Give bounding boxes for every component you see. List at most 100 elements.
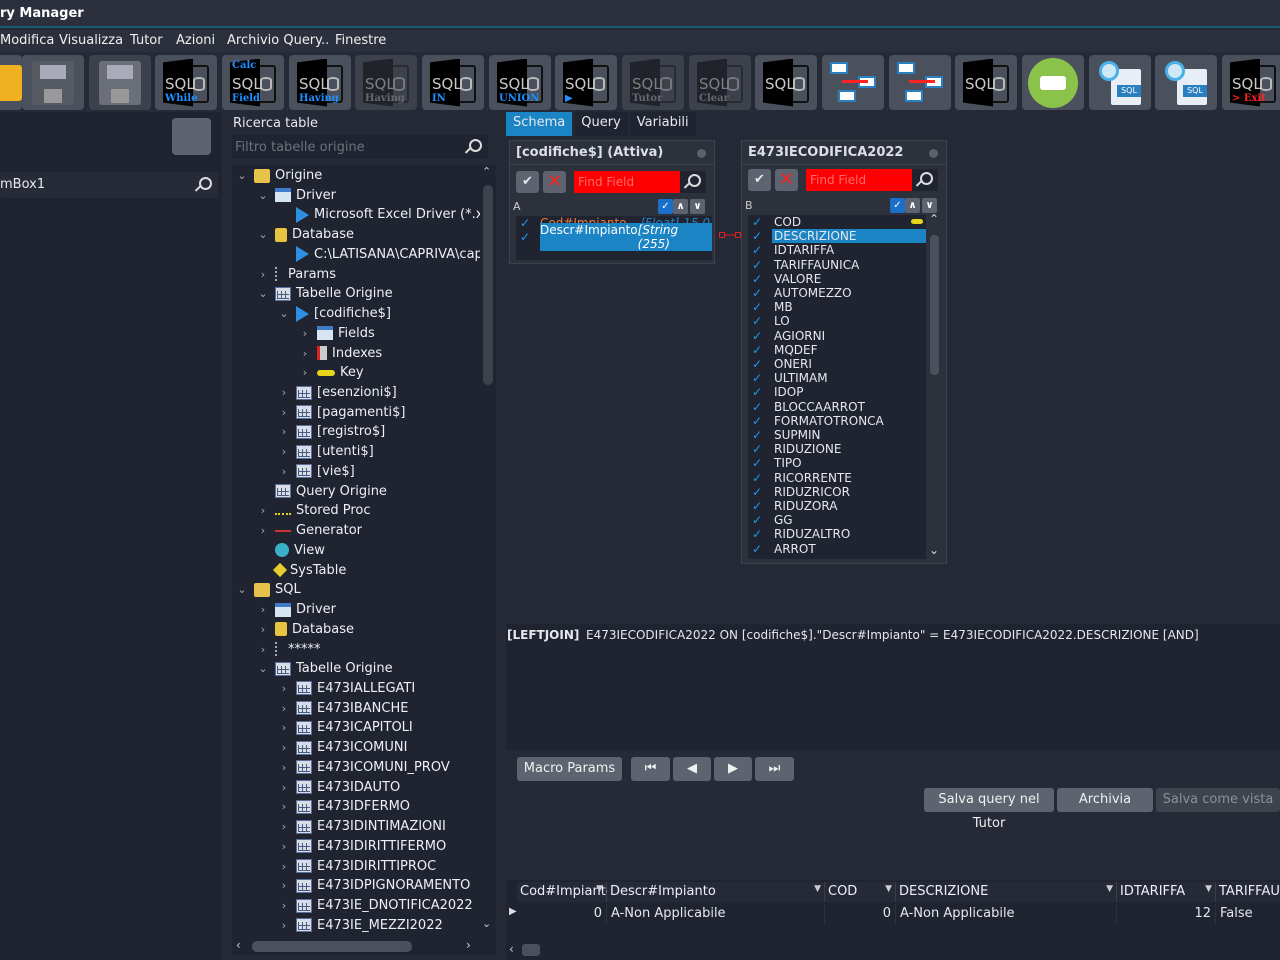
column-header[interactable]: Descr#Impianto ▼ (607, 882, 825, 902)
dropdown-icon[interactable]: ▼ (814, 884, 821, 894)
last-record-button[interactable]: ⏭ (755, 757, 794, 781)
tree-node[interactable]: View (257, 541, 325, 560)
find-field-input-b[interactable] (806, 169, 912, 191)
field-row[interactable]: ✓ RIDUZIONE (748, 442, 926, 456)
search-icon[interactable] (196, 177, 212, 193)
field-row[interactable]: ✓ Descr#Impianto [String (255) (516, 223, 712, 251)
tree-node[interactable]: Query Origine (257, 482, 387, 501)
prev-record-button[interactable]: ◀ (673, 757, 711, 781)
tree-node[interactable]: › E473IBANCHE (278, 699, 409, 718)
macro-params-button[interactable]: Macro Params (517, 757, 622, 781)
hscroll-thumb[interactable] (252, 941, 412, 952)
open-folder-button[interactable] (0, 55, 22, 110)
add-join-button[interactable] (822, 55, 884, 110)
left-panel-button[interactable] (172, 118, 211, 155)
move-up-button[interactable]: ∧ (673, 199, 688, 214)
sql-having-disabled-button[interactable]: SQL Having (355, 55, 417, 110)
tree-node[interactable]: ⌄ [codifiche$] (278, 304, 391, 323)
chevron-right-icon[interactable]: › (278, 465, 290, 478)
scroll-thumb[interactable] (483, 185, 493, 385)
chevron-right-icon[interactable]: › (278, 741, 290, 754)
checkbox-checked-icon[interactable]: ✓ (752, 357, 766, 371)
sql-resize-button[interactable]: SQL (955, 55, 1017, 110)
field-row[interactable]: ✓ RICORRENTE (748, 471, 926, 485)
chevron-right-icon[interactable]: › (278, 781, 290, 794)
field-row[interactable]: ✓ COD (748, 215, 926, 229)
table-box-b[interactable]: E473IECODIFICA2022 ✔ ✕ B ✓ ∧ ∨ ✓ COD ✓ DESC… (741, 140, 947, 564)
field-row[interactable]: ✓ DESCRIZIONE (748, 229, 926, 244)
chevron-right-icon[interactable]: › (257, 643, 269, 656)
chevron-down-icon[interactable]: ⌄ (257, 189, 269, 202)
tree-node[interactable]: ⌄ Database (257, 225, 354, 244)
move-down-button[interactable]: ∨ (922, 198, 937, 213)
sql-script-button[interactable]: SQL (755, 55, 817, 110)
sql-in-button[interactable]: SQL IN (422, 55, 484, 110)
chevron-right-icon[interactable]: › (278, 860, 290, 873)
menu-finestre[interactable]: Finestre (335, 33, 386, 48)
checkbox-checked-icon[interactable]: ✓ (752, 442, 766, 456)
menu-tutor[interactable]: Tutor (130, 33, 163, 48)
find-field-input-a[interactable] (574, 171, 680, 193)
field-row[interactable]: ✓ TIPO (748, 456, 926, 470)
checkbox-checked-icon[interactable]: ✓ (752, 400, 766, 414)
column-header[interactable]: COD ▼ (825, 882, 896, 902)
check-all-button[interactable]: ✔ (516, 171, 539, 193)
chevron-right-icon[interactable]: › (257, 268, 269, 281)
sql-exit-button[interactable]: SQL > Exit (1222, 55, 1280, 110)
archivia-button[interactable]: Archivia (1057, 788, 1153, 812)
menu-archivio-query[interactable]: Archivio Query.. (227, 33, 329, 48)
checkbox-checked-icon[interactable]: ✓ (752, 414, 766, 428)
toggle-check-icon[interactable]: ✓ (890, 198, 905, 213)
chevron-right-icon[interactable]: › (278, 702, 290, 715)
tab-schema[interactable]: Schema (506, 112, 573, 136)
tree-node[interactable]: › E473ICOMUNI_PROV (278, 758, 450, 777)
tree-node[interactable]: ⌄ Tabelle Origine (257, 659, 392, 678)
sql-tutor-button[interactable]: SQL Tutor (622, 55, 684, 110)
dropdown-icon[interactable]: ▼ (1205, 884, 1212, 894)
chevron-right-icon[interactable]: › (257, 504, 269, 517)
checkbox-checked-icon[interactable]: ✓ (752, 428, 766, 442)
checkbox-checked-icon[interactable]: ✓ (752, 385, 766, 399)
chevron-right-icon[interactable]: › (257, 603, 269, 616)
grid-cell[interactable]: A-Non Applicabile (896, 904, 1117, 924)
column-header[interactable]: IDTARIFFA ▼ (1117, 882, 1216, 902)
tree-node[interactable]: › E473IALLEGATI (278, 679, 415, 698)
chevron-right-icon[interactable]: › (257, 623, 269, 636)
tree-node[interactable]: › Fields (299, 324, 375, 343)
chevron-right-icon[interactable]: › (299, 327, 311, 340)
field-row[interactable]: ✓ GG (748, 513, 926, 527)
checkbox-checked-icon[interactable]: ✓ (520, 230, 534, 244)
chevron-right-icon[interactable]: › (278, 425, 290, 438)
scroll-down-icon[interactable]: ⌄ (482, 917, 491, 930)
scroll-left-icon[interactable]: ‹ (236, 938, 241, 952)
hscroll-thumb[interactable] (522, 944, 540, 956)
tree-node[interactable]: ⌄ SQL (236, 580, 300, 599)
field-row[interactable]: ✓ IDTARIFFA (748, 243, 926, 257)
chevron-right-icon[interactable]: › (299, 366, 311, 379)
grid-cell[interactable]: False (1216, 904, 1280, 924)
checkbox-checked-icon[interactable]: ✓ (752, 513, 766, 527)
left-search-box[interactable]: mBox1 (0, 172, 218, 198)
scroll-left-icon[interactable]: ‹ (509, 942, 514, 956)
column-header[interactable]: DESCRIZIONE ▼ (896, 882, 1117, 902)
search-sql-add-button[interactable]: SQL (1155, 55, 1217, 110)
checkbox-checked-icon[interactable]: ✓ (752, 286, 766, 300)
tree-node[interactable]: › [esenzioni$] (278, 383, 397, 402)
tree-node[interactable]: › [utenti$] (278, 442, 374, 461)
chevron-right-icon[interactable]: › (278, 386, 290, 399)
tree-node[interactable]: › E473IDPIGNORAMENTO (278, 876, 471, 895)
dropdown-icon[interactable]: ▼ (596, 884, 603, 894)
scroll-down-icon[interactable]: ⌄ (929, 543, 939, 557)
chevron-right-icon[interactable]: › (257, 524, 269, 537)
chevron-right-icon[interactable]: › (299, 347, 311, 360)
field-row[interactable]: ✓ ONERI (748, 357, 926, 371)
remove-join-button[interactable] (889, 55, 951, 110)
tree-node[interactable]: › E473IDIRITTIFERMO (278, 837, 446, 856)
tree-hscrollbar[interactable]: ‹ › (232, 937, 496, 955)
field-row[interactable]: ✓ LO (748, 314, 926, 328)
tab-query[interactable]: Query (574, 112, 628, 136)
checkbox-checked-icon[interactable]: ✓ (752, 314, 766, 328)
field-row[interactable]: ✓ TARIFFAUNICA (748, 258, 926, 272)
calc-sql-field-button[interactable]: SQL Calc Field (222, 55, 284, 110)
tree-node[interactable]: ⌄ Origine (236, 166, 322, 185)
